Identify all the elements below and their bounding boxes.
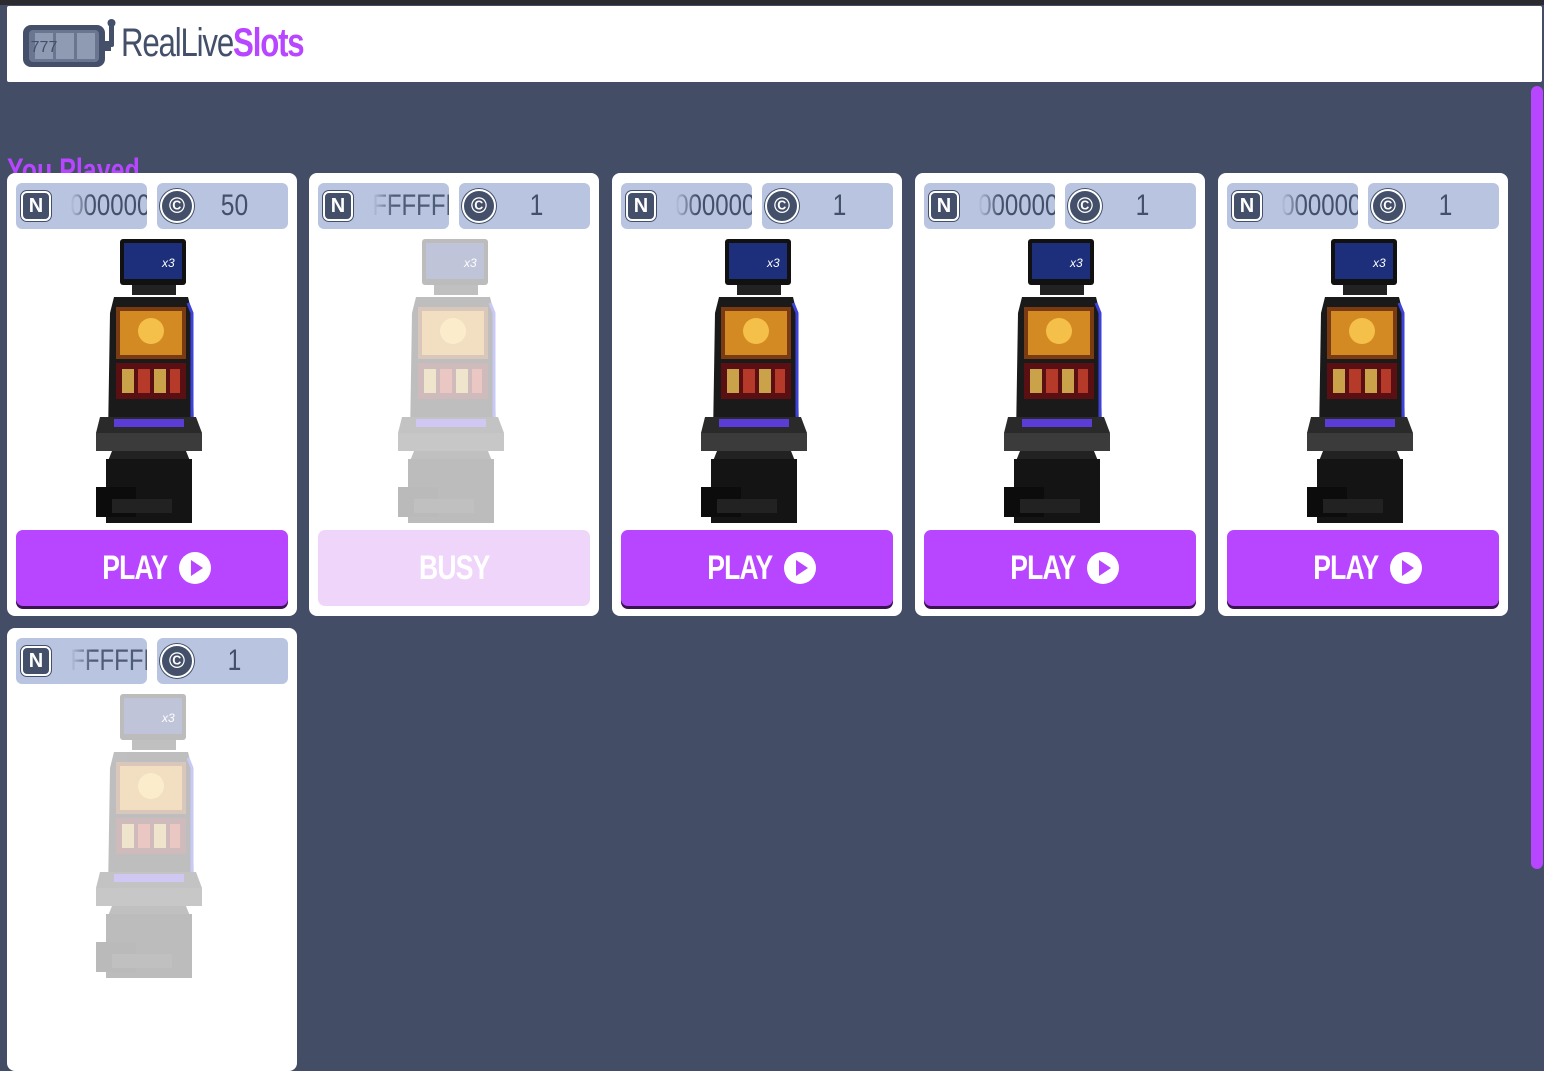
machine-id-pill: N 00000002 xyxy=(621,183,752,229)
brand-wordmark[interactable]: RealLiveSlots xyxy=(121,20,305,66)
button-label: PLAY xyxy=(1010,548,1076,587)
credit-value: 1 xyxy=(1135,189,1150,222)
credit-value: 1 xyxy=(1438,189,1453,222)
machine-marquee: x3 xyxy=(161,711,175,725)
credit-pill: © 1 xyxy=(1065,183,1196,229)
machine-id-pill: N FFFFFFFB xyxy=(16,638,147,684)
slot-machine-image: x3 xyxy=(398,239,504,523)
n-badge-icon: N xyxy=(21,191,51,221)
machine-id: FFFFFFFB xyxy=(70,644,147,677)
button-label: PLAY xyxy=(102,548,168,587)
credit-coin-icon: © xyxy=(160,189,194,223)
machine-grid: N 00000004 © 50 x3 xyxy=(7,173,1517,1071)
n-badge-icon: N xyxy=(929,191,959,221)
slot-machine-image: x3 xyxy=(1004,239,1110,523)
machine-marquee: x3 xyxy=(463,256,477,270)
button-label: PLAY xyxy=(1313,548,1379,587)
play-circle-icon xyxy=(178,552,211,584)
credit-value: 1 xyxy=(227,644,242,677)
machine-id-pill: N 00000004 xyxy=(16,183,147,229)
machine-marquee: x3 xyxy=(1069,256,1083,270)
credit-pill: © 50 xyxy=(157,183,288,229)
site-header: 777 RealLiveSlots xyxy=(7,6,1542,82)
credit-coin-icon: © xyxy=(1371,189,1405,223)
machine-id: FFFFFFFD xyxy=(372,189,449,222)
brand-prefix: RealLive xyxy=(121,21,234,65)
play-button[interactable]: PLAY xyxy=(924,530,1196,606)
credit-value: 50 xyxy=(220,189,249,222)
busy-button: BUSY xyxy=(318,530,590,606)
slot-machine-icon[interactable]: 777 xyxy=(21,19,119,71)
machine-card: N 00000001 © 1 x3 xyxy=(1218,173,1508,616)
credit-pill: © 1 xyxy=(459,183,590,229)
machine-id: 00000004 xyxy=(70,189,147,222)
svg-text:777: 777 xyxy=(31,39,58,56)
credit-coin-icon: © xyxy=(160,644,194,678)
slot-machine-image: x3 xyxy=(1307,239,1413,523)
machine-card: N 00000003 © 1 x3 xyxy=(915,173,1205,616)
scrollbar-thumb[interactable] xyxy=(1531,86,1543,869)
machine-id-pill: N 00000001 xyxy=(1227,183,1358,229)
n-badge-icon: N xyxy=(1232,191,1262,221)
machine-marquee: x3 xyxy=(161,256,175,270)
machine-marquee: x3 xyxy=(766,256,780,270)
machine-id: 00000003 xyxy=(978,189,1055,222)
machine-id: 00000001 xyxy=(1281,189,1358,222)
credit-pill: © 1 xyxy=(157,638,288,684)
n-badge-icon: N xyxy=(21,646,51,676)
slot-machine-image: x3 xyxy=(96,239,202,523)
machine-card: N 00000002 © 1 x3 xyxy=(612,173,902,616)
window-top-edge xyxy=(0,0,1544,5)
machine-card: N 00000004 © 50 x3 xyxy=(7,173,297,616)
machine-card: N FFFFFFFD © 1 x3 xyxy=(309,173,599,616)
play-circle-icon xyxy=(1086,552,1119,584)
credit-value: 1 xyxy=(832,189,847,222)
machine-id: 00000002 xyxy=(675,189,752,222)
credit-coin-icon: © xyxy=(1068,189,1102,223)
credit-value: 1 xyxy=(529,189,544,222)
credit-coin-icon: © xyxy=(462,189,496,223)
credit-coin-icon: © xyxy=(765,189,799,223)
machine-card: N FFFFFFFB © 1 x3 xyxy=(7,628,297,1071)
slot-machine-image: x3 xyxy=(96,694,202,978)
credit-pill: © 1 xyxy=(762,183,893,229)
play-button[interactable]: PLAY xyxy=(16,530,288,606)
slot-machine-image: x3 xyxy=(701,239,807,523)
n-badge-icon: N xyxy=(626,191,656,221)
credit-pill: © 1 xyxy=(1368,183,1499,229)
machine-id-pill: N FFFFFFFD xyxy=(318,183,449,229)
play-button[interactable]: PLAY xyxy=(621,530,893,606)
button-label: BUSY xyxy=(418,548,490,587)
play-circle-icon xyxy=(1389,552,1422,584)
machine-id-pill: N 00000003 xyxy=(924,183,1055,229)
n-badge-icon: N xyxy=(323,191,353,221)
play-button[interactable]: PLAY xyxy=(1227,530,1499,606)
play-circle-icon xyxy=(783,552,816,584)
button-label: PLAY xyxy=(707,548,773,587)
machine-marquee: x3 xyxy=(1372,256,1386,270)
brand-suffix: Slots xyxy=(233,21,305,65)
